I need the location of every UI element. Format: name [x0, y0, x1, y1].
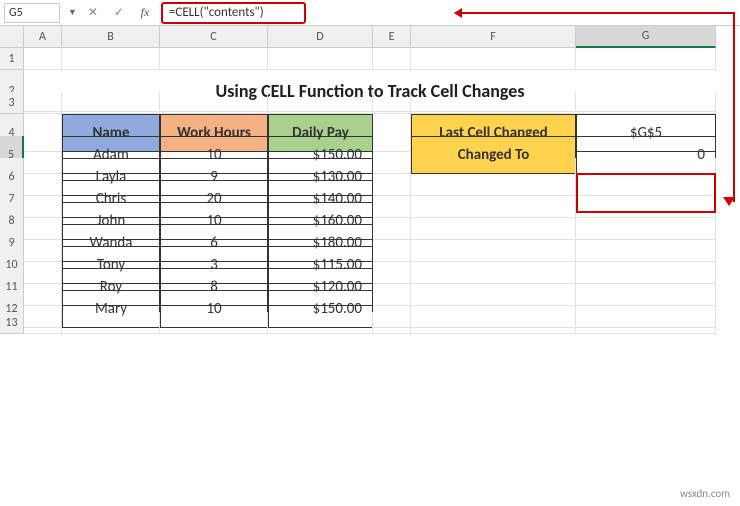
col-header-f[interactable]: F — [411, 26, 576, 48]
cell[interactable] — [24, 312, 62, 334]
cell[interactable] — [373, 312, 411, 334]
callout-arrow — [455, 12, 735, 14]
formula-text: =CELL("contents") — [169, 5, 264, 20]
row-header-1[interactable]: 1 — [0, 48, 24, 70]
cell[interactable] — [160, 48, 268, 70]
row-header-3[interactable]: 3 — [0, 92, 24, 114]
cell[interactable] — [373, 48, 411, 70]
col-header-e[interactable]: E — [373, 26, 411, 48]
cell[interactable] — [268, 312, 373, 334]
name-box[interactable]: G5 — [4, 3, 60, 23]
select-all-corner[interactable] — [0, 26, 24, 48]
cell[interactable] — [411, 48, 576, 70]
row-header-13[interactable]: 13 — [0, 312, 24, 334]
cell[interactable] — [268, 48, 373, 70]
col-header-g[interactable]: G — [576, 26, 716, 48]
cell[interactable] — [268, 92, 373, 114]
col-header-b[interactable]: B — [62, 26, 160, 48]
cancel-icon: ✕ — [83, 4, 103, 22]
col-header-a[interactable]: A — [24, 26, 62, 48]
cell[interactable] — [373, 92, 411, 114]
check-icon: ✓ — [109, 4, 129, 22]
cell[interactable] — [62, 312, 160, 334]
formula-input[interactable]: =CELL("contents") — [161, 2, 306, 24]
cell[interactable] — [576, 48, 716, 70]
spreadsheet-grid[interactable]: A B C D E F G 1 2 Using CELL Function to… — [0, 26, 740, 334]
cell[interactable] — [24, 92, 62, 114]
cell[interactable] — [24, 48, 62, 70]
col-header-d[interactable]: D — [268, 26, 373, 48]
fx-icon[interactable]: fx — [135, 4, 155, 22]
cell[interactable] — [576, 312, 716, 334]
col-header-c[interactable]: C — [160, 26, 268, 48]
cell[interactable] — [160, 92, 268, 114]
cell[interactable] — [576, 92, 716, 114]
cell[interactable] — [62, 48, 160, 70]
cell[interactable] — [411, 92, 576, 114]
cell[interactable] — [62, 92, 160, 114]
cell[interactable] — [411, 312, 576, 334]
name-box-value: G5 — [9, 6, 23, 20]
watermark: wsxdn.com — [680, 487, 730, 500]
chevron-down-icon[interactable]: ▼ — [66, 7, 77, 18]
cell[interactable] — [160, 312, 268, 334]
